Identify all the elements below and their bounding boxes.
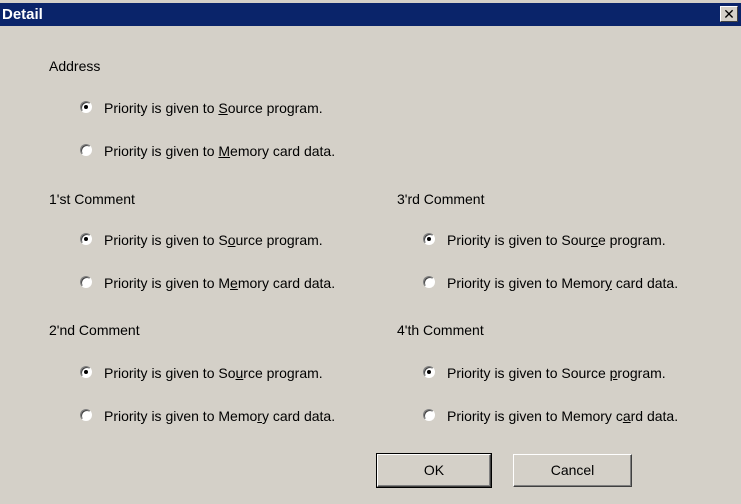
comment4-group-label: 4'th Comment <box>397 322 484 338</box>
comment1-source-label: Priority is given to Source program. <box>104 232 323 248</box>
comment3-source-label: Priority is given to Source program. <box>447 232 666 248</box>
address-memory-radio[interactable] <box>80 144 92 156</box>
address-source-label: Priority is given to Source program. <box>104 100 323 116</box>
comment1-memory-radio[interactable] <box>80 276 92 288</box>
comment4-memory-label: Priority is given to Memory card data. <box>447 408 679 424</box>
comment2-memory-label: Priority is given to Memory card data. <box>104 408 336 424</box>
cancel-button[interactable]: Cancel <box>513 454 632 487</box>
comment2-memory-radio[interactable] <box>80 409 92 421</box>
window-title: Detail <box>2 6 43 23</box>
address-memory-label: Priority is given to Memory card data. <box>104 143 336 159</box>
comment2-source-label: Priority is given to Source program. <box>104 365 323 381</box>
comment3-memory-radio[interactable] <box>423 276 435 288</box>
close-button[interactable]: ✕ <box>720 6 738 22</box>
comment2-group-label: 2'nd Comment <box>49 322 140 338</box>
comment1-group-label: 1'st Comment <box>49 191 135 207</box>
address-group-label: Address <box>49 58 101 74</box>
comment4-source-label: Priority is given to Source program. <box>447 365 666 381</box>
comment1-source-radio[interactable] <box>80 233 92 245</box>
comment3-memory-label: Priority is given to Memory card data. <box>447 275 679 291</box>
comment3-source-radio[interactable] <box>423 233 435 245</box>
comment2-source-radio[interactable] <box>80 366 92 378</box>
title-bar[interactable]: Detail ✕ <box>0 3 741 26</box>
comment4-memory-radio[interactable] <box>423 409 435 421</box>
close-icon: ✕ <box>723 6 735 22</box>
detail-dialog: Detail ✕ Address Priority is given to So… <box>0 0 741 504</box>
ok-button[interactable]: OK <box>376 453 492 488</box>
comment3-group-label: 3'rd Comment <box>397 191 485 207</box>
comment1-memory-label: Priority is given to Memory card data. <box>104 275 336 291</box>
address-source-radio[interactable] <box>80 101 92 113</box>
comment4-source-radio[interactable] <box>423 366 435 378</box>
